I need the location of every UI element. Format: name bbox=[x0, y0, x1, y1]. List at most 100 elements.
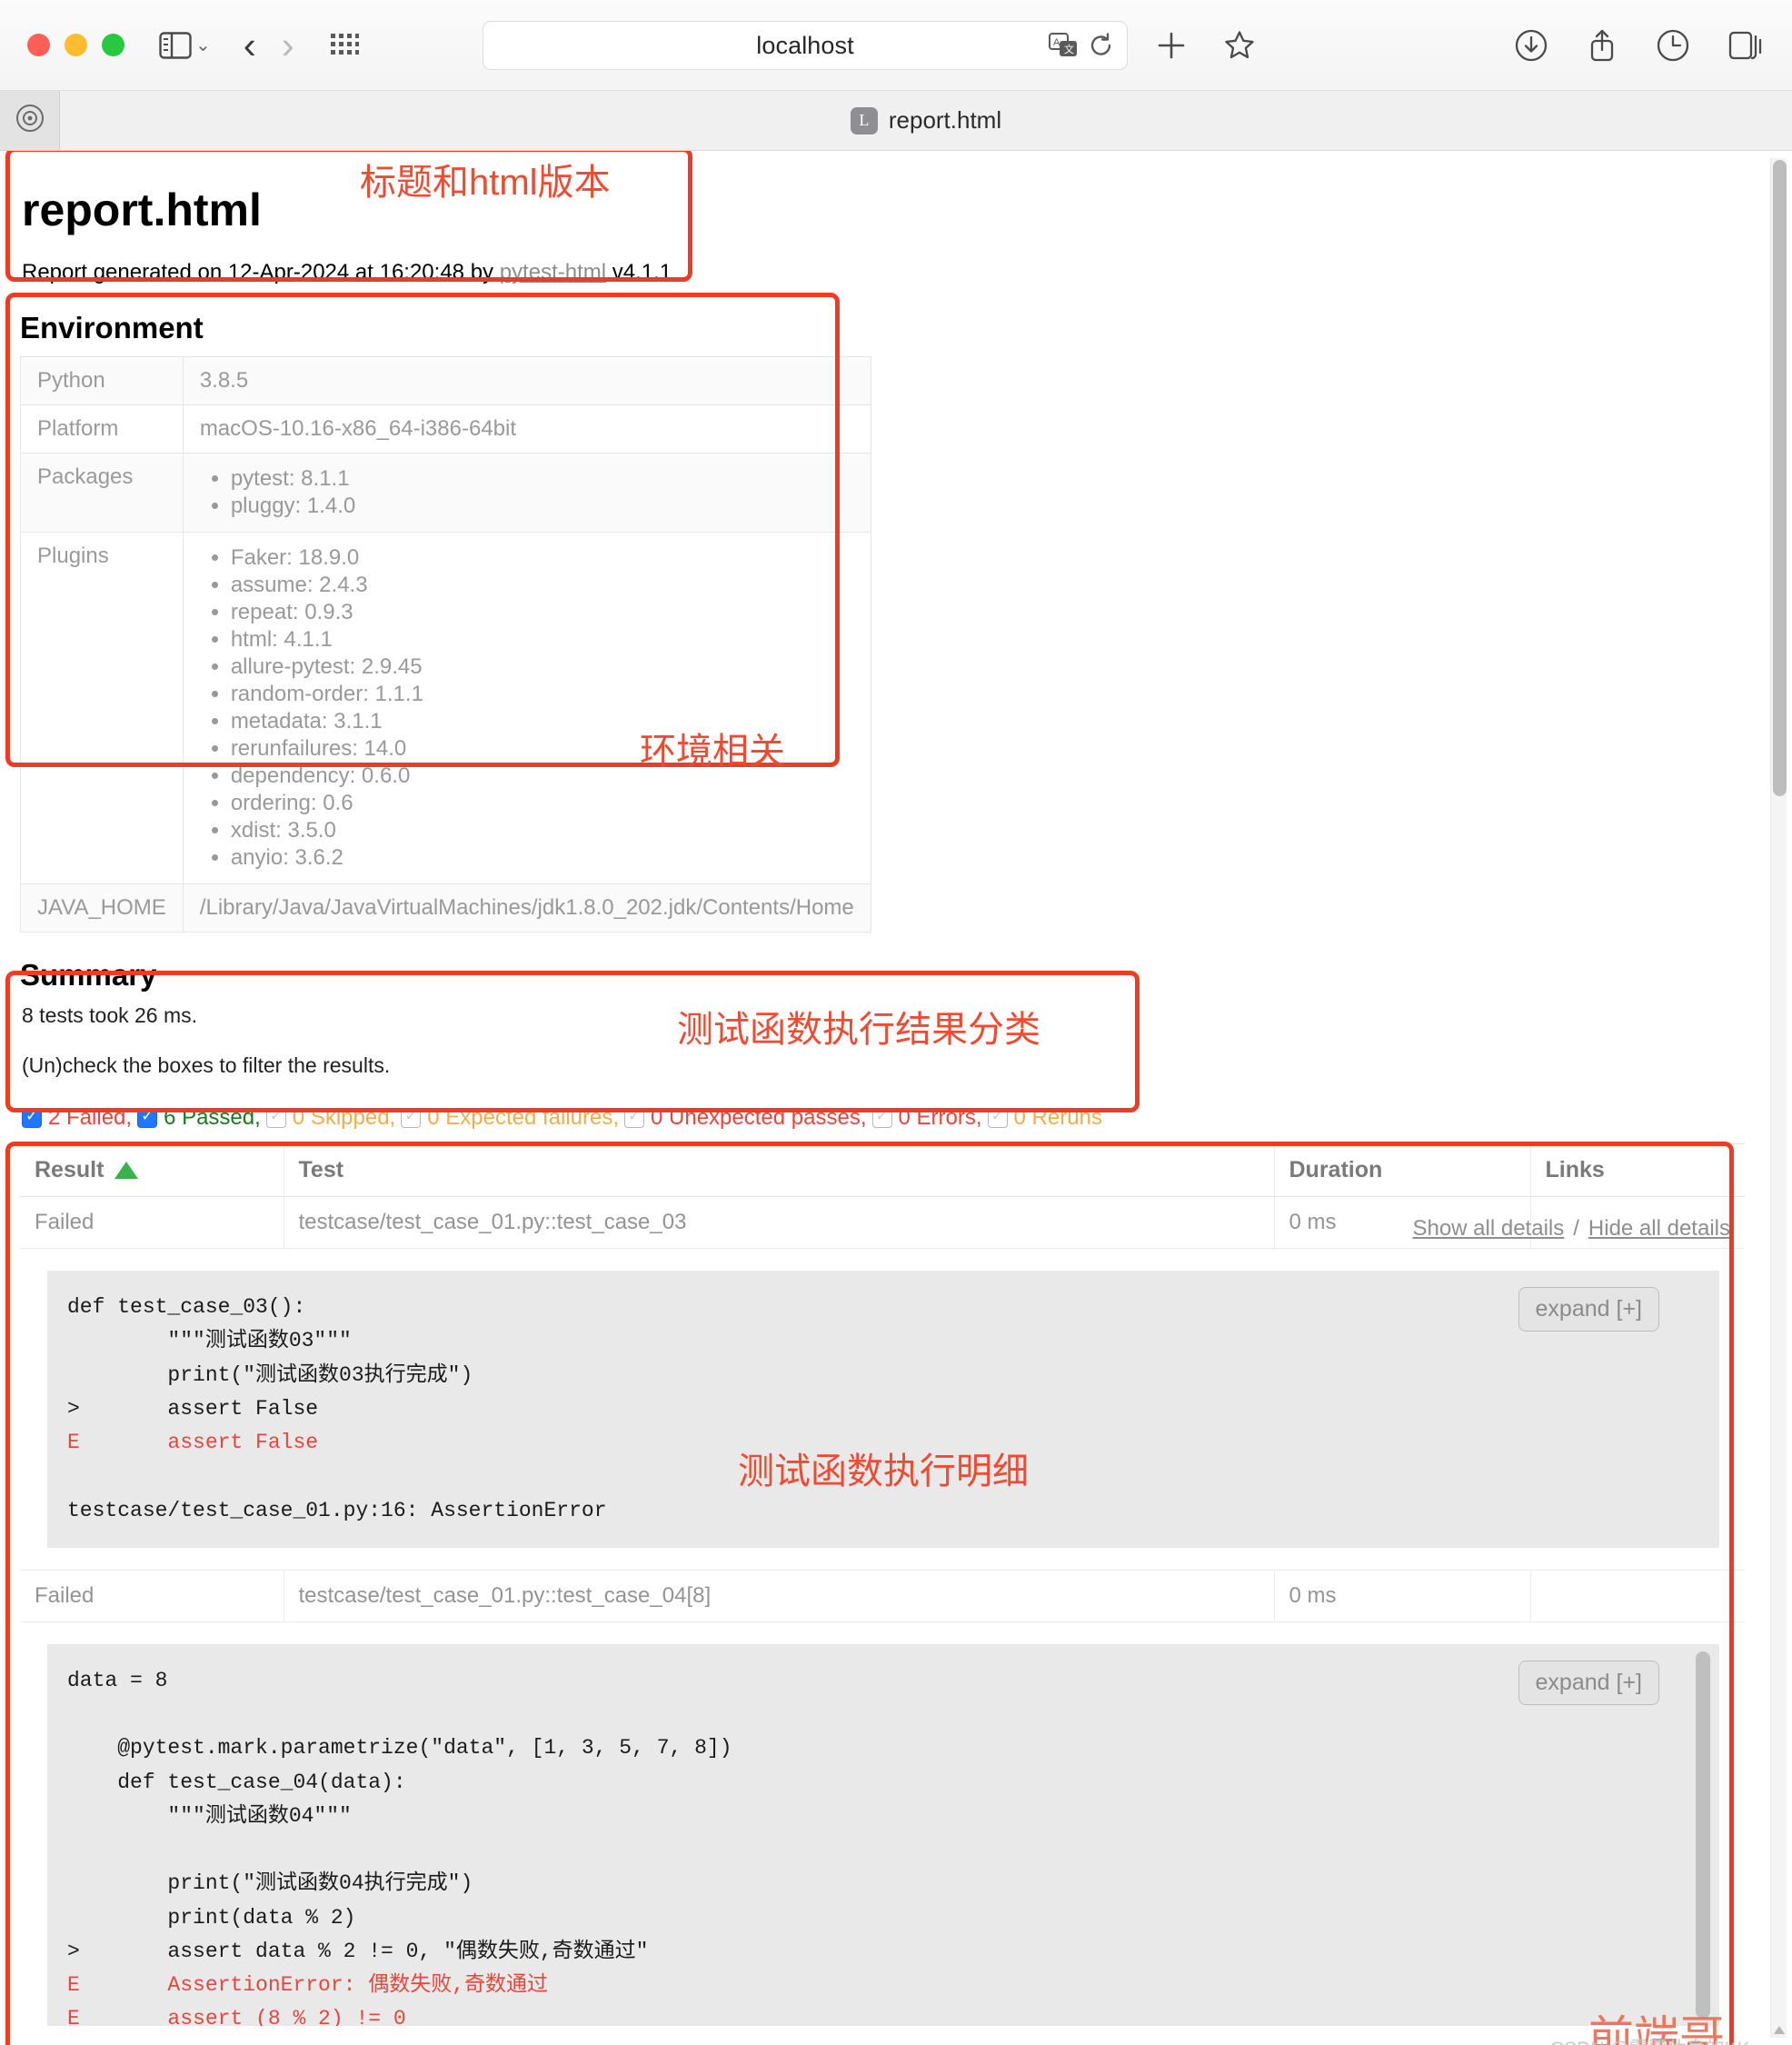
env-value: macOS-10.16-x86_64-i386-64bit bbox=[182, 404, 871, 454]
minimize-window-button[interactable] bbox=[65, 34, 87, 56]
pinned-tab[interactable] bbox=[0, 91, 60, 150]
checkbox-icon[interactable] bbox=[137, 1107, 158, 1128]
sidebar-icon[interactable] bbox=[159, 31, 192, 59]
list-item: xdist: 3.5.0 bbox=[231, 818, 854, 843]
page-scrollbar-thumb[interactable] bbox=[1773, 160, 1787, 796]
filter-label: 6 Passed, bbox=[164, 1105, 261, 1130]
column-header-links[interactable]: Links bbox=[1530, 1143, 1745, 1197]
checkbox-icon[interactable] bbox=[22, 1107, 42, 1128]
log-plain: def test_case_03(): """测试函数03""" print("… bbox=[67, 1295, 473, 1421]
environment-table: Python 3.8.5 Platform macOS-10.16-x86_64… bbox=[20, 356, 871, 933]
env-value: Faker: 18.9.0 assume: 2.4.3 repeat: 0.9.… bbox=[182, 532, 871, 884]
sort-ascending-icon[interactable] bbox=[114, 1162, 139, 1179]
filter-unexpected-passes[interactable]: 0 Unexpected passes, bbox=[624, 1105, 867, 1131]
column-header-duration[interactable]: Duration bbox=[1274, 1143, 1531, 1197]
svg-text:文: 文 bbox=[1064, 43, 1074, 55]
list-item: random-order: 1.1.1 bbox=[231, 682, 854, 707]
list-item: metadata: 3.1.1 bbox=[231, 709, 854, 734]
tests-took-line: 8 tests took 26 ms. bbox=[22, 1003, 198, 1027]
environment-heading: Environment bbox=[20, 311, 204, 344]
filter-reruns[interactable]: 0 Reruns bbox=[987, 1105, 1102, 1131]
env-key: Plugins bbox=[20, 532, 184, 884]
list-item: dependency: 0.6.0 bbox=[231, 763, 854, 789]
log-scrollbar-thumb[interactable] bbox=[1696, 1651, 1710, 2019]
checkbox-icon[interactable] bbox=[401, 1107, 422, 1128]
browser-toolbar: ⌄ ‹ › localhost A文 bbox=[0, 0, 1792, 91]
tab-overview-icon[interactable] bbox=[1728, 29, 1763, 62]
column-header-test[interactable]: Test bbox=[284, 1143, 1275, 1197]
filter-expected-failures[interactable]: 0 Expected failures, bbox=[401, 1105, 619, 1131]
result-status: Failed bbox=[20, 1570, 284, 1622]
expand-button[interactable]: expand [+] bbox=[1518, 1660, 1659, 1705]
expand-button[interactable]: expand [+] bbox=[1518, 1287, 1659, 1332]
filter-skipped[interactable]: 0 Skipped, bbox=[265, 1105, 396, 1131]
checkbox-icon[interactable] bbox=[624, 1107, 645, 1128]
column-header-result[interactable]: Result bbox=[20, 1143, 284, 1197]
plugins-list: Faker: 18.9.0 assume: 2.4.3 repeat: 0.9.… bbox=[200, 545, 854, 871]
env-value: 3.8.5 bbox=[182, 356, 871, 405]
browser-window: ⌄ ‹ › localhost A文 L report.html report.… bbox=[0, 0, 1792, 2045]
log-error: E AssertionError: 偶数失败,奇数通过 E assert (8 … bbox=[67, 1973, 549, 2026]
window-controls bbox=[27, 34, 124, 56]
test-name: testcase/test_case_01.py::test_case_03 bbox=[284, 1196, 1275, 1249]
clock-icon[interactable] bbox=[1656, 28, 1690, 63]
close-window-button[interactable] bbox=[27, 34, 50, 56]
share-icon[interactable] bbox=[1587, 28, 1618, 63]
page-scrollbar[interactable] bbox=[1770, 158, 1787, 2038]
reload-icon[interactable] bbox=[1089, 32, 1114, 59]
environment-table-body: Python 3.8.5 Platform macOS-10.16-x86_64… bbox=[20, 356, 871, 933]
filter-label: 0 Skipped, bbox=[292, 1105, 396, 1130]
log-error: E assert False bbox=[67, 1431, 319, 1454]
download-icon[interactable] bbox=[1514, 28, 1548, 63]
results-table: Result Test Duration Links Failed testca… bbox=[20, 1143, 1745, 2045]
test-log: def test_case_03(): """测试函数03""" print("… bbox=[47, 1271, 1719, 1548]
log-plain: data = 8 @pytest.mark.parametrize("data"… bbox=[67, 1668, 732, 1963]
checkbox-icon[interactable] bbox=[987, 1107, 1008, 1128]
filter-failed[interactable]: 2 Failed, bbox=[22, 1105, 132, 1131]
list-item: pluggy: 1.4.0 bbox=[231, 494, 854, 519]
active-tab[interactable]: L report.html bbox=[60, 91, 1792, 150]
maximize-window-button[interactable] bbox=[102, 34, 124, 56]
results-table-head: Result Test Duration Links bbox=[20, 1143, 1745, 1197]
tab-title: report.html bbox=[888, 106, 1002, 134]
chevron-down-icon[interactable]: ⌄ bbox=[195, 34, 211, 56]
list-item: anyio: 3.6.2 bbox=[231, 845, 854, 871]
log-scrollbar[interactable] bbox=[1696, 1651, 1710, 2019]
filter-hint-line: (Un)check the boxes to filter the result… bbox=[22, 1053, 391, 1077]
env-key: Python bbox=[20, 356, 184, 405]
forward-arrow-icon[interactable]: › bbox=[282, 25, 294, 65]
checkbox-icon[interactable] bbox=[265, 1107, 286, 1128]
tab-favicon: L bbox=[850, 106, 878, 135]
hide-all-details-link[interactable]: Hide all details bbox=[1588, 1216, 1730, 1241]
generated-version: v4.1.1 bbox=[606, 260, 672, 284]
detail-toggle-links: Show all details / Hide all details bbox=[1412, 1216, 1730, 1242]
test-duration: 0 ms bbox=[1274, 1570, 1531, 1622]
scroll-down-arrow-icon[interactable] bbox=[1774, 2026, 1785, 2034]
filter-label: 0 Expected failures, bbox=[427, 1105, 620, 1130]
table-row: JAVA_HOME /Library/Java/JavaVirtualMachi… bbox=[20, 883, 871, 933]
env-key: Packages bbox=[20, 453, 184, 533]
log-cell: data = 8 @pytest.mark.parametrize("data"… bbox=[20, 1621, 1745, 2045]
table-row-log: data = 8 @pytest.mark.parametrize("data"… bbox=[20, 1621, 1745, 2045]
address-bar[interactable]: localhost A文 bbox=[483, 21, 1128, 70]
translate-icon[interactable]: A文 bbox=[1049, 32, 1078, 59]
generated-line: Report generated on 12-Apr-2024 at 16:20… bbox=[22, 260, 1728, 285]
app-grid-icon[interactable] bbox=[329, 30, 360, 61]
back-arrow-icon[interactable]: ‹ bbox=[244, 25, 256, 65]
filter-errors[interactable]: 0 Errors, bbox=[871, 1105, 982, 1131]
filter-label: 0 Unexpected passes, bbox=[651, 1105, 867, 1130]
log-cell: def test_case_03(): """测试函数03""" print("… bbox=[20, 1248, 1745, 1571]
svg-text:A: A bbox=[1053, 37, 1060, 48]
table-row: Platform macOS-10.16-x86_64-i386-64bit bbox=[20, 404, 871, 454]
list-item: ordering: 0.6 bbox=[231, 791, 854, 816]
plus-icon[interactable] bbox=[1156, 30, 1187, 61]
list-item: assume: 2.4.3 bbox=[231, 573, 854, 598]
page-viewport: report.html Report generated on 12-Apr-2… bbox=[0, 151, 1792, 2045]
star-icon[interactable] bbox=[1223, 29, 1256, 62]
table-row[interactable]: Failed testcase/test_case_01.py::test_ca… bbox=[20, 1570, 1745, 1622]
filter-passed[interactable]: 6 Passed, bbox=[137, 1105, 261, 1131]
results-table-body: Failed testcase/test_case_01.py::test_ca… bbox=[20, 1196, 1745, 2045]
show-all-details-link[interactable]: Show all details bbox=[1412, 1216, 1564, 1241]
pytest-html-link[interactable]: pytest-html bbox=[500, 260, 606, 284]
checkbox-icon[interactable] bbox=[871, 1107, 892, 1128]
